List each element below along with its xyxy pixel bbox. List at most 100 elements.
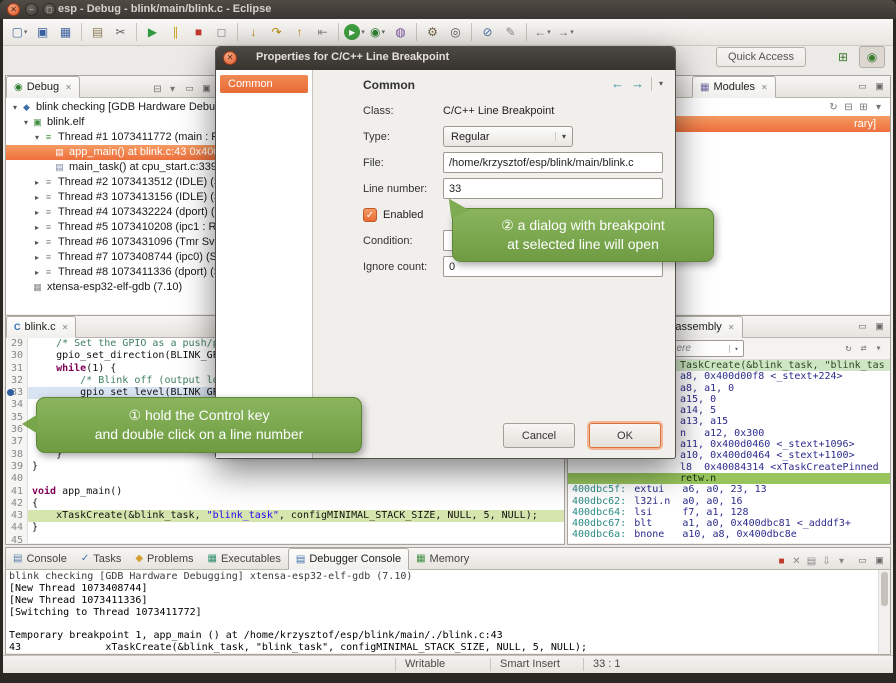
- code-line[interactable]: 42{: [6, 498, 564, 510]
- ok-button[interactable]: OK: [589, 423, 661, 448]
- code-line[interactable]: 44}: [6, 522, 564, 534]
- chevron-down-icon[interactable]: ▾: [729, 345, 743, 353]
- tab-modules[interactable]: ▦ Modules ✕: [692, 76, 776, 98]
- tab-tasks[interactable]: ✓Tasks: [74, 548, 129, 569]
- step-return-icon[interactable]: ↑: [289, 21, 310, 43]
- maximize-view-icon[interactable]: ▣: [199, 81, 214, 96]
- close-tab-icon[interactable]: ✕: [62, 323, 69, 332]
- open-perspective-icon[interactable]: ⊞: [830, 46, 856, 68]
- line-number[interactable]: 34: [6, 399, 28, 411]
- view-menu-icon[interactable]: ▾: [871, 100, 886, 115]
- build-icon[interactable]: ⚙: [422, 21, 443, 43]
- forward-icon[interactable]: →▾: [555, 21, 576, 43]
- debug-tree-item[interactable]: ▸≡Thread #4 1073432224 (dport) (Suspende…: [6, 205, 217, 220]
- close-tab-icon[interactable]: ✕: [728, 323, 735, 332]
- terminate-console-icon[interactable]: ■: [774, 554, 789, 569]
- scissors-icon[interactable]: ✂: [110, 21, 131, 43]
- mark-occurrences-icon[interactable]: ✎: [500, 21, 521, 43]
- console-output[interactable]: blink checking [GDB Hardware Debugging] …: [6, 570, 878, 653]
- expand-arrow-icon[interactable]: ▸: [32, 190, 42, 205]
- debug-tree-item[interactable]: ▾◆blink checking [GDB Hardware Debugging…: [6, 100, 217, 115]
- close-button[interactable]: ✕: [7, 3, 20, 16]
- view-menu-icon[interactable]: ▾: [834, 554, 849, 569]
- close-tab-icon[interactable]: ✕: [65, 83, 72, 92]
- debug-tree-item[interactable]: ▸≡Thread #2 1073413512 (IDLE) (Suspended…: [6, 175, 217, 190]
- line-number[interactable]: 43: [6, 510, 28, 522]
- tab-blink-c[interactable]: C blink.c ✕: [6, 316, 76, 338]
- line-number[interactable]: 33: [6, 387, 28, 399]
- remove-console-icon[interactable]: ✕: [789, 554, 804, 569]
- tab-executables[interactable]: ▦Executables: [201, 548, 288, 569]
- disassembly-row[interactable]: 400dbc6a:bnone a10, a8, 0x400dbc8e: [568, 529, 890, 540]
- debug-icon[interactable]: ◉▾: [367, 21, 388, 43]
- clear-console-icon[interactable]: ▤: [804, 554, 819, 569]
- window-titlebar[interactable]: ✕ – ◻ esp - Debug - blink/main/blink.c -…: [0, 0, 896, 19]
- expand-arrow-icon[interactable]: ▾: [32, 130, 42, 145]
- chevron-down-icon[interactable]: ▾: [555, 132, 572, 141]
- expand-all-icon[interactable]: ⊞: [856, 100, 871, 115]
- disassembly-row[interactable]: 400dbc5f:extui a6, a0, 23, 13: [568, 484, 890, 495]
- minimize-view-icon[interactable]: ▭: [855, 79, 870, 94]
- dialog-titlebar[interactable]: ✕ Properties for C/C++ Line Breakpoint: [216, 47, 675, 70]
- terminate-icon[interactable]: ■: [188, 21, 209, 43]
- scroll-lock-icon[interactable]: ⇩: [819, 554, 834, 569]
- skip-breakpoints-icon[interactable]: ⊘: [477, 21, 498, 43]
- maximize-button[interactable]: ◻: [43, 3, 56, 16]
- expand-arrow-icon[interactable]: ▸: [32, 205, 42, 220]
- tab-console[interactable]: ▤Console: [6, 548, 74, 569]
- line-number[interactable]: 39: [6, 461, 28, 473]
- sync-selection-icon[interactable]: ⇄: [856, 341, 871, 356]
- cancel-button[interactable]: Cancel: [503, 423, 575, 448]
- line-number[interactable]: 38: [6, 449, 28, 461]
- minimize-button[interactable]: –: [25, 3, 38, 16]
- expand-arrow-icon[interactable]: ▾: [21, 115, 31, 130]
- tab-debugger-console[interactable]: ▤Debugger Console: [288, 548, 409, 570]
- suspend-icon[interactable]: ∥: [165, 21, 186, 43]
- back-icon[interactable]: ←: [611, 76, 624, 91]
- disassembly-row[interactable]: 400dbc67:blt a1, a0, 0x400dbc81 <_adddf3…: [568, 518, 890, 529]
- expand-arrow-icon[interactable]: ▸: [32, 235, 42, 250]
- debug-tree-item[interactable]: ▤main_task() at cpu_start.c:339 0x4: [6, 160, 217, 175]
- line-number[interactable]: 37: [6, 436, 28, 448]
- refresh-icon[interactable]: ↻: [841, 341, 856, 356]
- expand-arrow-icon[interactable]: ▸: [32, 175, 42, 190]
- view-menu-icon[interactable]: ▾: [165, 82, 180, 97]
- maximize-view-icon[interactable]: ▣: [872, 79, 887, 94]
- disassembly-row[interactable]: retw.n: [568, 473, 890, 484]
- debug-tree-item[interactable]: ▦xtensa-esp32-elf-gdb (7.10): [6, 280, 217, 295]
- type-dropdown[interactable]: Regular ▾: [443, 126, 573, 147]
- search-icon[interactable]: ◎: [445, 21, 466, 43]
- close-tab-icon[interactable]: ✕: [761, 83, 768, 92]
- back-icon[interactable]: ←▾: [532, 21, 553, 43]
- tab-debug[interactable]: ◉ Debug ✕: [6, 76, 80, 98]
- expand-arrow-icon[interactable]: ▾: [10, 100, 20, 115]
- debug-tree-item[interactable]: ▸≡Thread #8 1073411336 (dport) (Suspende…: [6, 265, 217, 280]
- new-wizard-icon[interactable]: ▢▾: [9, 21, 30, 43]
- line-number[interactable]: 45: [6, 535, 28, 543]
- debug-tree-item[interactable]: ▾≡Thread #1 1073411772 (main : Running): [6, 130, 217, 145]
- console-scrollbar[interactable]: [878, 570, 889, 653]
- tab-problems[interactable]: ◆Problems: [128, 548, 200, 569]
- line-number[interactable]: 42: [6, 498, 28, 510]
- step-into-icon[interactable]: ↓: [243, 21, 264, 43]
- expand-arrow-icon[interactable]: ▸: [32, 265, 42, 280]
- minimize-view-icon[interactable]: ▭: [855, 319, 870, 334]
- line-number[interactable]: 41: [6, 486, 28, 498]
- debug-tree-item[interactable]: ▾▣blink.elf: [6, 115, 217, 130]
- step-over-icon[interactable]: ↷: [266, 21, 287, 43]
- expand-arrow-icon[interactable]: ▸: [32, 250, 42, 265]
- scrollbar-thumb[interactable]: [881, 572, 888, 606]
- minimize-view-icon[interactable]: ▭: [182, 81, 197, 96]
- forward-icon[interactable]: →: [631, 76, 644, 91]
- drop-to-frame-icon[interactable]: ⇤: [312, 21, 333, 43]
- debug-tree-item[interactable]: ▤app_main() at blink.c:43 0x400dbc50: [6, 145, 217, 160]
- code-line[interactable]: 43 xTaskCreate(&blink_task, "blink_task"…: [6, 510, 564, 522]
- resume-icon[interactable]: ▶: [142, 21, 163, 43]
- line-number[interactable]: 31: [6, 363, 28, 375]
- tab-memory[interactable]: ▦Memory: [409, 548, 476, 569]
- dialog-close-button[interactable]: ✕: [223, 51, 237, 65]
- expand-arrow-icon[interactable]: ▸: [32, 220, 42, 235]
- debug-tree-item[interactable]: ▸≡Thread #6 1073431096 (Tmr Svc) (Suspen…: [6, 235, 217, 250]
- enabled-checkbox[interactable]: ✓: [363, 208, 377, 222]
- line-number[interactable]: 40: [6, 473, 28, 485]
